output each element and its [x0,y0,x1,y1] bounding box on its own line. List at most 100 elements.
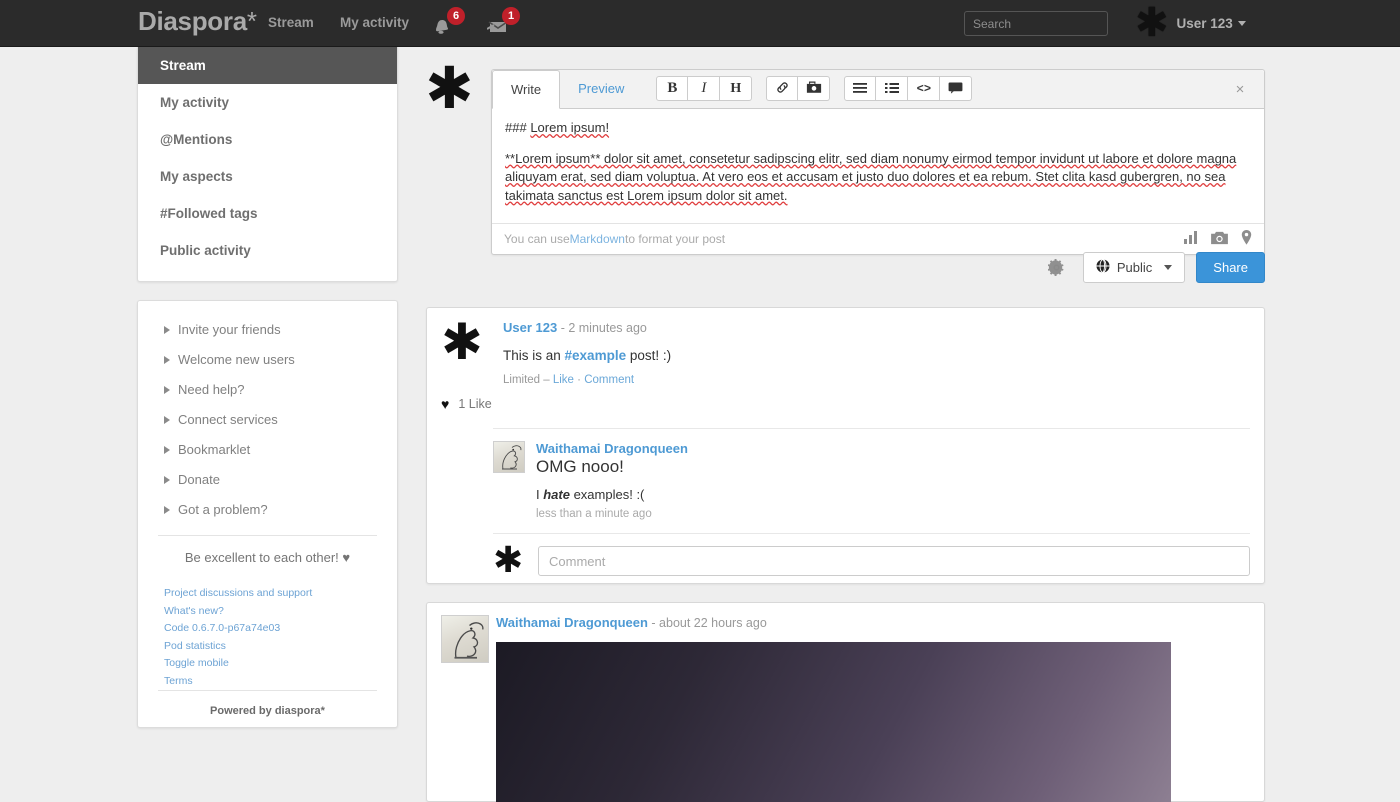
location-icon[interactable] [1241,230,1252,248]
footer-link-project-discussions[interactable]: Project discussions and support [164,585,397,603]
sidebar-item-my-aspects[interactable]: My aspects [138,158,397,195]
quote-button[interactable] [940,76,972,101]
footer-link-whats-new[interactable]: What's new? [164,603,397,621]
triangle-right-icon [164,356,170,364]
comment-compose-row: ✱ [493,533,1250,576]
format-group-text: B I H [656,76,752,101]
post-text-after: post! :) [626,348,671,363]
sidebar-item-mentions[interactable]: @Mentions [138,121,397,158]
italic-button[interactable]: I [688,76,720,101]
format-group-block: <> [844,76,972,101]
post-timestamp: - 2 minutes ago [557,321,647,335]
notifications-button[interactable]: 6 [432,10,466,38]
user-menu-label: User 123 [1177,16,1233,31]
footer-link-toggle-mobile[interactable]: Toggle mobile [164,655,397,673]
notifications-badge: 6 [447,7,465,25]
close-publisher-button[interactable]: × [1216,70,1264,108]
help-item-invite[interactable]: Invite your friends [138,315,397,345]
link-icon [775,80,790,98]
help-item-label: Bookmarklet [178,442,250,457]
footer-link-code-version[interactable]: Code 0.6.7.0-p67a74e03 [164,620,397,638]
comment-avatar[interactable] [493,441,525,473]
tab-preview[interactable]: Preview [560,70,642,108]
sidebar-item-stream[interactable]: Stream [138,47,397,84]
image-button[interactable] [798,76,830,101]
post-header: Waithamai Dragonqueen - about 22 hours a… [427,603,1264,802]
post-image[interactable] [496,642,1171,802]
camera-icon[interactable] [1211,231,1228,248]
comment-author[interactable]: Waithamai Dragonqueen [536,441,1250,456]
post-text: This is an #example post! :) [503,348,1250,363]
poll-icon[interactable] [1184,231,1198,247]
like-link[interactable]: Like [553,374,574,386]
heading-button[interactable]: H [720,76,752,101]
aspect-selector[interactable]: Public [1083,252,1185,283]
brand-logo[interactable]: Diaspora* [138,6,257,37]
sidebar-footer-links: Project discussions and support What's n… [164,585,397,690]
publisher-textarea[interactable]: ### Lorem ipsum! **Lorem ipsum** dolor s… [492,109,1264,223]
code-button[interactable]: <> [908,76,940,101]
bold-button[interactable]: B [656,76,688,101]
sidebar-help-panel: Invite your friends Welcome new users Ne… [137,300,398,728]
help-item-need-help[interactable]: Need help? [138,375,397,405]
comment-text-after: examples! :( [570,487,644,502]
align-button[interactable] [844,76,876,101]
sidebar-item-my-activity[interactable]: My activity [138,84,397,121]
aspect-label: Public [1117,260,1152,275]
user-menu[interactable]: ✱ User 123 [1135,4,1246,42]
link-button[interactable] [766,76,798,101]
post-author[interactable]: Waithamai Dragonqueen [496,615,648,630]
post-avatar[interactable]: ✱ [441,320,496,386]
list-icon [885,81,899,97]
post-actions: Limited – Like · Comment [503,374,1250,386]
comment-link[interactable]: Comment [584,374,634,386]
post-visibility: Limited – [503,374,553,386]
footer-link-terms[interactable]: Terms [164,673,397,691]
comment-input[interactable] [538,546,1250,576]
help-item-connect-services[interactable]: Connect services [138,405,397,435]
chevron-down-icon [1164,265,1172,270]
share-button[interactable]: Share [1196,252,1265,283]
sidebar-nav: Stream My activity @Mentions My aspects … [137,47,398,282]
brand-text: Diaspora [138,6,247,36]
comment-timestamp: less than a minute ago [536,508,1250,520]
help-item-got-a-problem[interactable]: Got a problem? [138,495,397,525]
post-hashtag[interactable]: #example [565,348,627,363]
footer-link-pod-statistics[interactable]: Pod statistics [164,638,397,656]
markdown-link[interactable]: Markdown [570,232,625,246]
gear-icon[interactable] [1045,255,1069,279]
triangle-right-icon [164,416,170,424]
top-header: Diaspora* Stream My activity 6 1 ✱ User … [0,0,1400,47]
help-item-welcome[interactable]: Welcome new users [138,345,397,375]
nav-my-activity[interactable]: My activity [340,15,409,30]
publisher: Write Preview B I H [491,69,1265,255]
help-item-label: Invite your friends [178,322,281,337]
publisher-hint-icons [1184,230,1252,248]
nav-stream[interactable]: Stream [268,15,314,30]
triangle-right-icon [164,386,170,394]
help-item-label: Need help? [178,382,245,397]
sidebar-item-followed-tags[interactable]: #Followed tags [138,195,397,232]
list-button[interactable] [876,76,908,101]
publisher-line-2-bold: **Lorem ipsum** [505,151,600,166]
post-card: Waithamai Dragonqueen - about 22 hours a… [426,602,1265,802]
publisher-line-2-rest: dolor sit amet, consetetur sadipscing el… [505,151,1236,203]
post-card: ✱ User 123 - 2 minutes ago This is an #e… [426,307,1265,584]
comment-text-emphasis: hate [543,487,570,502]
format-group-media [766,76,830,101]
post-avatar[interactable] [441,615,489,663]
publisher-toolbar: Write Preview B I H [492,70,1264,109]
tab-write[interactable]: Write [492,70,560,109]
help-item-donate[interactable]: Donate [138,465,397,495]
help-item-bookmarklet[interactable]: Bookmarklet [138,435,397,465]
avatar: ✱ [1135,4,1169,42]
triangle-right-icon [164,476,170,484]
post-body: Waithamai Dragonqueen - about 22 hours a… [489,615,1250,802]
post-author[interactable]: User 123 [503,320,557,335]
sidebar-item-public-activity[interactable]: Public activity [138,232,397,269]
messages-button[interactable]: 1 [487,10,521,38]
search-input[interactable] [964,11,1108,36]
chevron-down-icon [1238,21,1246,26]
messages-badge: 1 [502,7,520,25]
brand-asterisk: * [247,6,257,36]
